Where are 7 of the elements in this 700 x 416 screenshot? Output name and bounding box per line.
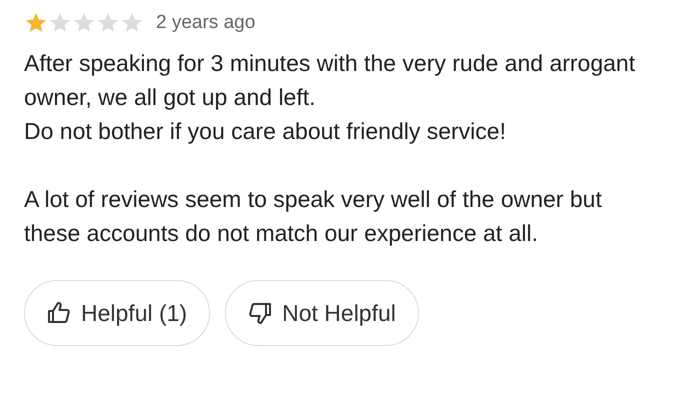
helpful-button[interactable]: Helpful (1) <box>24 280 210 346</box>
review-text: A lot of reviews seem to speak very well of the owner but these accounts do not match our experience at all. <box>24 185 603 248</box>
not-helpful-button[interactable]: Not Helpful <box>225 280 419 346</box>
review-text: After speaking for 3 minutes with the very rude and arrogant owner, we all got up and left. Do not bother if you care about friendly service! <box>24 49 636 146</box>
thumbs-down-icon <box>248 301 272 325</box>
review-time: 2 years ago <box>156 12 256 34</box>
thumbs-up-icon <box>47 301 71 325</box>
